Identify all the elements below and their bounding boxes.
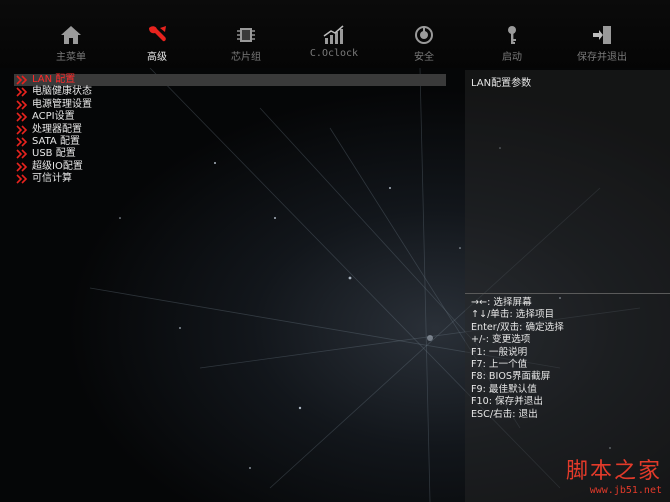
double-chevron-right-icon	[16, 137, 28, 147]
key-hint: F9: 最佳默认值	[471, 383, 537, 395]
menu-item-label: LAN 配置	[32, 74, 76, 85]
key-legend: →←: 选择屏幕 ↑↓/单击: 选择项目 Enter/双击: 确定选择 +/-: 变更…	[471, 297, 564, 421]
key-hint: Enter/双击: 确定选择	[471, 321, 564, 333]
watermark: 脚本之家 www.jb51.net	[566, 453, 662, 496]
chip-icon	[206, 24, 286, 46]
tab-save-exit[interactable]: 保存并退出	[562, 24, 642, 68]
key-hint: ↑↓/单击: 选择项目	[471, 309, 555, 321]
menu-item[interactable]: 电源管理设置	[14, 99, 446, 111]
watermark-text: 脚本之家	[565, 459, 662, 484]
menu-item-label: 超级IO配置	[32, 160, 83, 172]
menu-item-label: 电源管理设置	[32, 98, 92, 110]
tab-chipset[interactable]: 芯片组	[206, 24, 286, 68]
double-chevron-right-icon	[16, 149, 28, 159]
help-description: LAN配置参数	[471, 78, 532, 89]
key-hint: →←: 选择屏幕	[471, 297, 532, 308]
menu-item[interactable]: 处理器配置	[14, 124, 446, 136]
tab-label: 保存并退出	[577, 52, 627, 63]
tab-label: 芯片组	[231, 52, 261, 63]
key-hint: F8: BIOS界面截屏	[471, 371, 551, 383]
performance-graph-icon	[294, 24, 374, 46]
tab-advanced[interactable]: 高级	[117, 24, 197, 68]
menu-item-label: 处理器配置	[32, 123, 82, 135]
menu-item[interactable]: LAN 配置	[14, 74, 446, 87]
key-hint: F7: 上一个值	[471, 359, 528, 371]
key-hint: F10: 保存并退出	[471, 396, 543, 408]
top-navigation: 主菜单 高级 芯片组 C.Oclock 安全 启动 保存并退出	[0, 0, 670, 68]
menu-item-label: ACPI设置	[32, 111, 75, 123]
tab-label: C.Oclock	[309, 48, 359, 59]
home-icon	[31, 24, 111, 46]
tab-label: 主菜单	[56, 52, 86, 63]
double-chevron-right-icon	[16, 162, 28, 172]
double-chevron-right-icon	[16, 124, 28, 135]
key-icon	[472, 24, 552, 46]
menu-item[interactable]: 电脑健康状态	[14, 86, 446, 98]
menu-item-label: SATA 配置	[32, 135, 80, 147]
double-chevron-right-icon	[16, 75, 28, 85]
menu-item[interactable]: 可信计算	[14, 173, 446, 185]
advanced-menu-list: LAN 配置 电脑健康状态 电源管理设置 ACPI设置 处理器配置 SATA 配置 USB …	[14, 74, 446, 186]
double-chevron-right-icon	[16, 87, 28, 97]
tab-label: 启动	[502, 52, 522, 63]
double-chevron-right-icon	[16, 112, 28, 122]
double-chevron-right-icon	[16, 174, 28, 184]
tab-main[interactable]: 主菜单	[31, 24, 111, 68]
shield-power-icon	[384, 24, 464, 46]
tab-security[interactable]: 安全	[384, 24, 464, 68]
tab-oclock[interactable]: C.Oclock	[294, 24, 374, 68]
menu-item-label: USB 配置	[32, 148, 76, 160]
key-hint: +/-: 变更选项	[471, 334, 531, 346]
menu-item[interactable]: USB 配置	[14, 148, 446, 160]
exit-door-icon	[562, 24, 642, 46]
double-chevron-right-icon	[16, 100, 28, 110]
tab-label: 高级	[147, 52, 167, 63]
menu-item-label: 电脑健康状态	[32, 86, 92, 98]
menu-item-label: 可信计算	[32, 173, 72, 185]
wrench-icon	[117, 24, 197, 46]
tab-boot[interactable]: 启动	[472, 24, 552, 68]
help-divider	[465, 293, 670, 294]
help-panel: LAN配置参数 →←: 选择屏幕 ↑↓/单击: 选择项目 Enter/双击: 确定选…	[465, 70, 670, 502]
menu-item[interactable]: 超级IO配置	[14, 161, 446, 173]
menu-item[interactable]: ACPI设置	[14, 111, 446, 123]
key-hint: F1: 一般说明	[471, 346, 528, 358]
menu-item[interactable]: SATA 配置	[14, 136, 446, 148]
key-hint: ESC/右击: 退出	[471, 408, 538, 420]
tab-label: 安全	[414, 52, 434, 63]
watermark-url: www.jb51.net	[589, 485, 662, 496]
